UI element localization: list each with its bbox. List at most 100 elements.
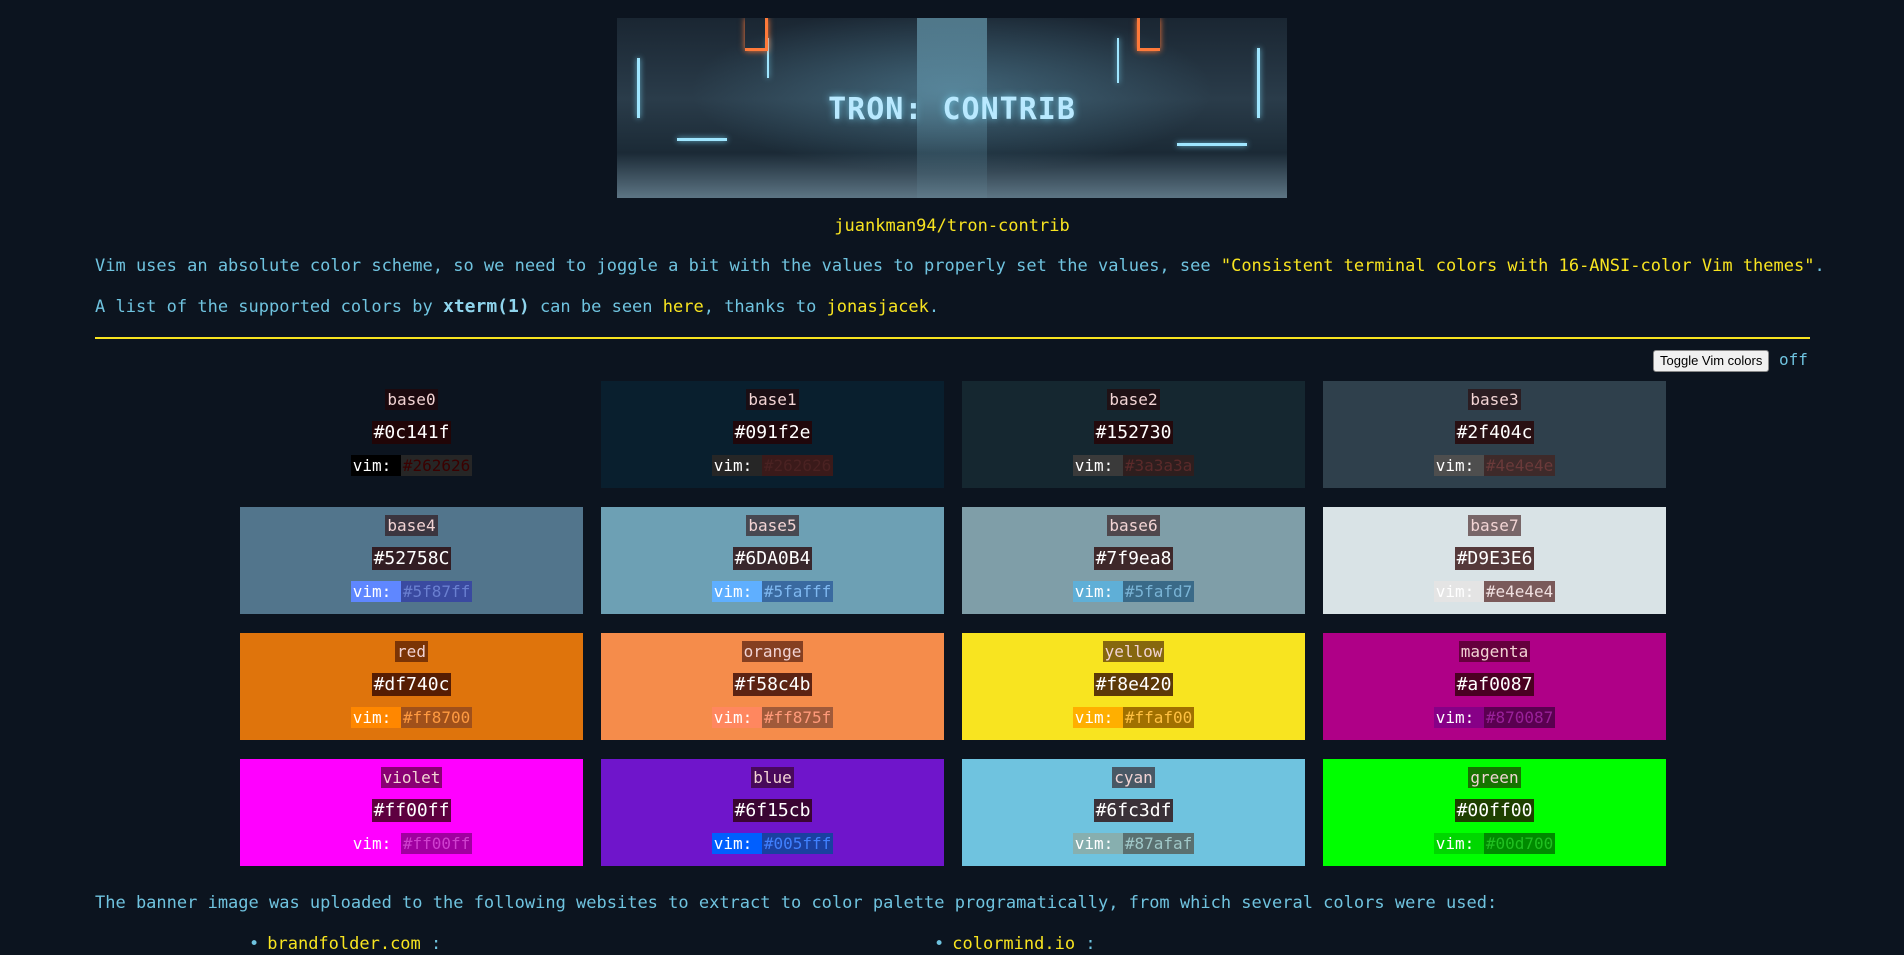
color-card-base2: base2 #152730 vim: #3a3a3a xyxy=(962,381,1305,488)
vim-label: vim: xyxy=(1072,707,1123,728)
color-name-row: base6 xyxy=(962,515,1305,536)
color-card-base6: base6 #7f9ea8 vim: #5fafd7 xyxy=(962,507,1305,614)
vim-label: vim: xyxy=(350,581,401,602)
list-item-suffix: : xyxy=(420,934,442,954)
color-card-orange: orange #f58c4b vim: #ff875f xyxy=(601,633,944,740)
banner-title: TRON: CONTRIB xyxy=(828,92,1076,127)
color-hex: #152730 xyxy=(1093,421,1174,444)
repo-link-line: juankman94/tron-contrib xyxy=(0,216,1904,236)
toggle-vim-colors-button[interactable]: Toggle Vim colors xyxy=(1653,350,1770,372)
vim-hex: #00d700 xyxy=(1483,833,1556,854)
color-card-red: red #df740c vim: #ff8700 xyxy=(240,633,583,740)
list-item: • colormind.io : xyxy=(934,934,1096,954)
vim-color-row: vim: #00d700 xyxy=(1323,833,1666,854)
color-name: violet xyxy=(380,767,443,788)
vim-label: vim: xyxy=(350,455,401,476)
vim-label: vim: xyxy=(1433,455,1484,476)
banner-light-strip xyxy=(677,138,727,141)
vim-color-row: vim: #3a3a3a xyxy=(962,455,1305,476)
color-card-blue: blue #6f15cb vim: #005fff xyxy=(601,759,944,866)
intro-text: Vim uses an absolute color scheme, so we… xyxy=(95,256,1221,276)
color-name: base6 xyxy=(1107,515,1160,536)
vim-color-row: vim: #ff00ff xyxy=(240,833,583,854)
color-hex: #0c141f xyxy=(371,421,452,444)
banner-light-strip xyxy=(1177,143,1247,146)
banner-orange-light xyxy=(1137,18,1160,51)
vim-label: vim: xyxy=(1072,455,1123,476)
vim-hex: #5f87ff xyxy=(400,581,473,602)
vim-label: vim: xyxy=(1072,833,1123,854)
color-hex: #6DA0B4 xyxy=(732,547,813,570)
vim-hex: #005fff xyxy=(761,833,834,854)
vim-label: vim: xyxy=(711,707,762,728)
color-hex: #6f15cb xyxy=(732,799,813,822)
vim-hex: #e4e4e4 xyxy=(1483,581,1556,602)
vim-hex: #870087 xyxy=(1483,707,1556,728)
vim-color-row: vim: #4e4e4e xyxy=(1323,455,1666,476)
vim-color-row: vim: #5f87ff xyxy=(240,581,583,602)
color-name-row: base5 xyxy=(601,515,944,536)
color-card-cyan: cyan #6fc3df vim: #87afaf xyxy=(962,759,1305,866)
color-hex-row: #6DA0B4 xyxy=(601,547,944,570)
color-hex: #091f2e xyxy=(732,421,813,444)
jonasjacek-link[interactable]: jonasjacek xyxy=(827,297,929,317)
color-name: base3 xyxy=(1468,389,1521,410)
consistent-colors-link[interactable]: "Consistent terminal colors with 16-ANSI… xyxy=(1221,256,1815,276)
vim-color-row: vim: #87afaf xyxy=(962,833,1305,854)
colormind-link[interactable]: colormind.io xyxy=(952,934,1075,954)
brandfolder-link[interactable]: brandfolder.com xyxy=(267,934,421,954)
color-hex-row: #6f15cb xyxy=(601,799,944,822)
color-name-row: cyan xyxy=(962,767,1305,788)
color-name: yellow xyxy=(1102,641,1165,662)
vim-hex: #87afaf xyxy=(1122,833,1195,854)
bullet-icon: • xyxy=(249,934,260,954)
banner-light-strip xyxy=(1117,38,1119,83)
color-name: blue xyxy=(751,767,794,788)
here-link[interactable]: here xyxy=(663,297,704,317)
color-name: base4 xyxy=(385,515,438,536)
vim-label: vim: xyxy=(1433,833,1484,854)
color-name: base1 xyxy=(746,389,799,410)
intro-period: . xyxy=(928,297,940,317)
color-name: cyan xyxy=(1112,767,1155,788)
color-hex-row: #2f404c xyxy=(1323,421,1666,444)
color-card-base4: base4 #52758C vim: #5f87ff xyxy=(240,507,583,614)
intro-text: can be seen xyxy=(529,297,663,317)
banner-orange-light xyxy=(745,18,768,51)
color-hex: #6fc3df xyxy=(1093,799,1174,822)
color-name: base0 xyxy=(385,389,438,410)
list-item: • brandfolder.com : xyxy=(249,934,441,954)
color-hex-row: #af0087 xyxy=(1323,673,1666,696)
intro-paragraph-1: Vim uses an absolute color scheme, so we… xyxy=(95,256,1825,276)
intro-paragraph-2: A list of the supported colors by xterm(… xyxy=(95,296,939,317)
list-item-suffix: : xyxy=(1075,934,1096,954)
color-name-row: base3 xyxy=(1323,389,1666,410)
color-hex: #df740c xyxy=(371,673,452,696)
color-hex: #52758C xyxy=(371,547,452,570)
color-hex: #2f404c xyxy=(1454,421,1535,444)
color-hex-row: #f58c4b xyxy=(601,673,944,696)
color-card-yellow: yellow #f8e420 vim: #ffaf00 xyxy=(962,633,1305,740)
vim-label: vim: xyxy=(711,455,762,476)
vim-label: vim: xyxy=(350,833,401,854)
color-card-magenta: magenta #af0087 vim: #870087 xyxy=(1323,633,1666,740)
color-card-green: green #00ff00 vim: #00d700 xyxy=(1323,759,1666,866)
color-name: base2 xyxy=(1107,389,1160,410)
color-hex-row: #D9E3E6 xyxy=(1323,547,1666,570)
toggle-state-label: off xyxy=(1779,350,1808,369)
vim-hex: #3a3a3a xyxy=(1122,455,1195,476)
color-card-base5: base5 #6DA0B4 vim: #5fafff xyxy=(601,507,944,614)
color-name: base7 xyxy=(1468,515,1521,536)
color-hex-row: #df740c xyxy=(240,673,583,696)
vim-hex: #ff00ff xyxy=(400,833,473,854)
bullet-icon: • xyxy=(934,934,945,954)
repo-link[interactable]: juankman94/tron-contrib xyxy=(834,216,1069,236)
color-hex-row: #152730 xyxy=(962,421,1305,444)
vim-label: vim: xyxy=(350,707,401,728)
vim-color-row: vim: #262626 xyxy=(240,455,583,476)
vim-color-row: vim: #ffaf00 xyxy=(962,707,1305,728)
color-name-row: yellow xyxy=(962,641,1305,662)
color-name: orange xyxy=(741,641,804,662)
color-name: magenta xyxy=(1458,641,1531,662)
color-hex-row: #00ff00 xyxy=(1323,799,1666,822)
